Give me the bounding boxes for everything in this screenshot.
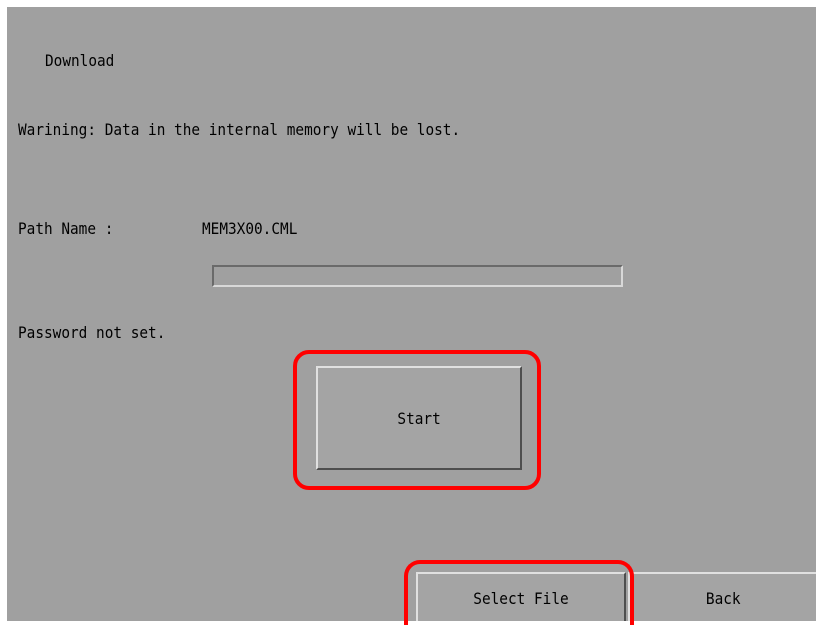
select-file-button[interactable]: Select File: [416, 572, 626, 621]
start-button-label: Start: [397, 408, 441, 428]
download-screen: Download Warining: Data in the internal …: [7, 7, 816, 621]
download-progress-bar: [212, 265, 623, 287]
start-button[interactable]: Start: [316, 366, 522, 470]
screen-title: Download: [45, 51, 115, 70]
back-button[interactable]: Back: [628, 572, 816, 621]
warning-text: Warining: Data in the internal memory wi…: [18, 120, 461, 139]
back-button-label: Back: [705, 588, 741, 608]
password-status-text: Password not set.: [18, 323, 166, 342]
select-file-button-label: Select File: [473, 588, 569, 608]
path-name-label: Path Name :: [18, 219, 114, 238]
path-name-value: MEM3X00.CML: [202, 219, 298, 238]
